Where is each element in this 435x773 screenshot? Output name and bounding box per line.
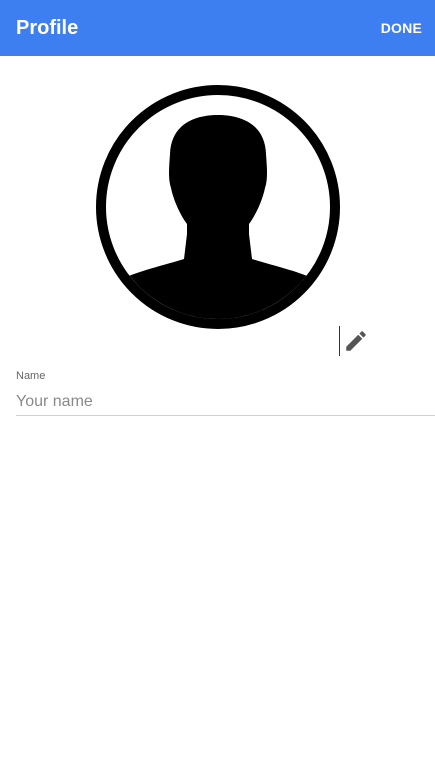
page-title: Profile	[16, 17, 79, 39]
edit-divider	[339, 326, 340, 356]
name-field[interactable]	[16, 389, 435, 416]
person-placeholder-icon	[96, 85, 340, 329]
avatar[interactable]	[95, 84, 341, 330]
done-button[interactable]: DONE	[381, 19, 422, 37]
pencil-icon[interactable]	[343, 328, 369, 354]
app-bar: Profile DONE	[0, 0, 435, 56]
name-field-label: Name	[16, 370, 46, 382]
